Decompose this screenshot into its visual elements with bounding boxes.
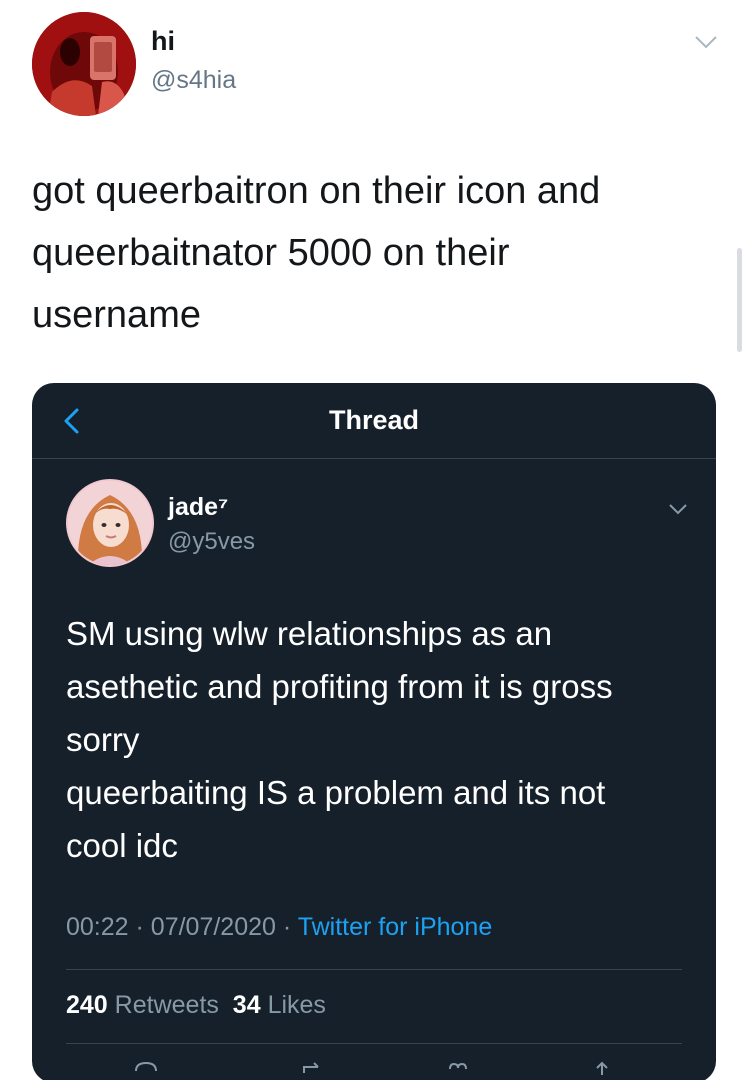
tweet-time: 00:22 [66,913,129,941]
chevron-down-icon[interactable] [694,32,718,52]
tweet-screenshot: hi @s4hia got queerbaitron on their icon… [0,0,747,1080]
meta-separator: · [135,913,144,941]
chevron-down-icon[interactable] [668,501,688,517]
divider [66,969,682,970]
retweets-stat[interactable]: 240 Retweets [66,991,219,1019]
retweet-icon[interactable] [298,1059,326,1080]
tweet-actions [32,1055,716,1080]
thread-header: Thread [32,383,716,459]
tweet-text: got queerbaitron on their icon and queer… [32,170,601,336]
likes-count: 34 [232,991,261,1019]
tweet-meta: 00:22 · 07/07/2020 · Twitter for iPhone [66,913,492,942]
scrollbar[interactable] [737,248,742,352]
tweet-stats: 240 Retweets 34 Likes [66,991,326,1020]
user-handle[interactable]: @y5ves [168,528,255,556]
quoted-tweet-text: SM using wlw relationships as an asethet… [66,615,613,864]
tweet-source-link[interactable]: Twitter for iPhone [298,913,493,941]
display-name[interactable]: hi [151,26,175,57]
thread-screenshot-card: Thread jade⁷ @y5ves SM using wlw relatio… [32,383,716,1080]
retweets-count: 240 [66,991,108,1019]
tweet-date: 07/07/2020 [150,913,276,941]
display-name[interactable]: jade⁷ [168,493,228,522]
meta-separator: · [282,913,292,941]
likes-label: Likes [267,991,326,1019]
reply-icon[interactable] [132,1059,160,1080]
share-icon[interactable] [588,1059,616,1080]
avatar[interactable] [66,479,154,567]
divider [66,1043,682,1044]
retweets-label: Retweets [114,991,219,1019]
profile-photo [32,12,136,116]
thread-title: Thread [328,405,420,435]
like-icon[interactable] [444,1059,472,1080]
user-handle[interactable]: @s4hia [151,66,236,95]
avatar[interactable] [32,12,136,116]
profile-photo [68,481,152,565]
likes-stat[interactable]: 34 Likes [233,991,326,1019]
